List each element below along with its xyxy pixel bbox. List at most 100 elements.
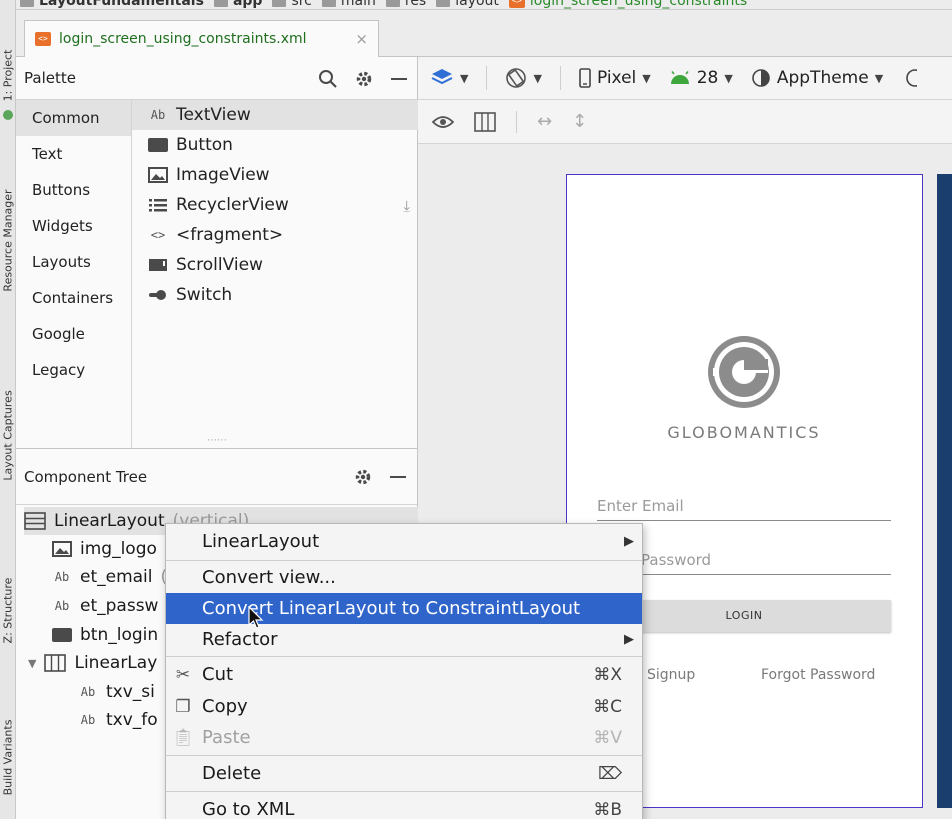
breadcrumb-main[interactable]: main <box>321 0 376 9</box>
palette-category-widgets[interactable]: Widgets <box>16 208 131 244</box>
palette-item-fragment[interactable]: <> <fragment> <box>132 220 418 250</box>
submenu-arrow-icon: ▶ <box>624 534 634 549</box>
menu-item-refactor[interactable]: Refactor ▶ <box>166 624 642 655</box>
tree-row-img-logo[interactable]: img_logo <box>52 535 157 563</box>
folder-icon <box>20 0 34 7</box>
palette-category-layouts[interactable]: Layouts <box>16 244 131 280</box>
palette-categories: Common Text Buttons Widgets Layouts Cont… <box>16 100 132 448</box>
palette-header: Palette <box>16 57 418 100</box>
menu-item-delete[interactable]: Delete ⌦ <box>166 758 642 789</box>
search-icon[interactable] <box>318 69 338 89</box>
tree-row-et-password[interactable]: Ab et_passw <box>52 592 159 620</box>
api-level-dropdown[interactable]: 28 ▼ <box>669 68 733 88</box>
menu-item-convert-to-constraintlayout[interactable]: Convert LinearLayout to ConstraintLayout <box>166 593 642 624</box>
resource-manager-tab[interactable]: Resource Manager <box>0 150 15 330</box>
globomantics-logo-icon <box>708 336 780 408</box>
view-options-toolbar: ↔ ↕ <box>418 100 952 144</box>
text-icon: Ab <box>80 713 96 727</box>
scissors-icon: ✂ <box>175 664 191 685</box>
panel-resize-handle[interactable]: ⋯⋯ <box>16 436 418 448</box>
button-icon <box>52 628 72 643</box>
component-tree-header: Component Tree <box>16 449 417 505</box>
tree-row-txv-forgot[interactable]: Ab txv_fo <box>78 706 158 734</box>
gear-icon[interactable] <box>353 467 373 487</box>
menu-item-cut[interactable]: ✂ Cut ⌘X <box>166 659 642 690</box>
folder-icon <box>385 0 400 7</box>
theme-icon <box>752 69 770 87</box>
mouse-cursor-icon <box>248 606 264 629</box>
design-toolbar: ▼ ▼ Pixel ▼ 28 ▼ AppTheme ▼ <box>418 57 952 100</box>
eye-icon[interactable] <box>432 114 454 130</box>
menu-item-linearlayout[interactable]: LinearLayout ▶ <box>166 526 642 557</box>
layout-captures-tab[interactable]: Layout Captures <box>0 360 15 510</box>
palette-category-containers[interactable]: Containers <box>16 280 131 316</box>
context-menu: LinearLayout ▶ Convert view... Convert L… <box>165 523 643 819</box>
breadcrumb-app[interactable]: app <box>213 0 262 9</box>
palette-item-imageview[interactable]: ImageView <box>132 160 418 190</box>
palette-item-switch[interactable]: Switch <box>132 280 418 310</box>
horizontal-arrow-icon[interactable]: ↔ <box>537 111 552 132</box>
close-icon[interactable]: × <box>355 30 368 48</box>
palette-category-legacy[interactable]: Legacy <box>16 352 131 388</box>
xml-file-icon: <> <box>35 32 51 46</box>
text-icon: Ab <box>150 108 166 122</box>
list-icon <box>149 199 167 212</box>
palette-category-text[interactable]: Text <box>16 136 131 172</box>
breadcrumb-src[interactable]: src <box>272 0 312 9</box>
design-surface-dropdown[interactable]: ▼ <box>430 67 468 89</box>
delete-key-icon: ⌦ <box>597 763 622 784</box>
folder-icon <box>436 0 451 7</box>
editor-tab-label: login_screen_using_constraints.xml <box>59 31 307 47</box>
menu-item-convert-view[interactable]: Convert view... <box>166 562 642 593</box>
breadcrumb-project[interactable]: LayoutFundamentals <box>20 0 204 9</box>
component-tree-title: Component Tree <box>24 467 148 486</box>
text-icon: Ab <box>80 685 96 699</box>
palette-item-recyclerview[interactable]: RecyclerView ⤓ <box>132 190 418 220</box>
theme-dropdown[interactable]: AppTheme ▼ <box>751 68 883 88</box>
blueprint-toggle-icon[interactable] <box>474 111 496 132</box>
tree-row-inner-linearlayout[interactable]: ▼ LinearLay <box>28 649 157 677</box>
expand-triangle-icon[interactable]: ▼ <box>28 657 36 670</box>
tree-row-btn-login[interactable]: btn_login <box>52 621 158 649</box>
forgot-password-link-preview[interactable]: Forgot Password <box>761 667 875 683</box>
structure-tab[interactable]: Z: Structure <box>0 550 15 670</box>
image-icon <box>148 167 168 183</box>
palette-item-button[interactable]: Button <box>132 130 418 160</box>
palette-category-buttons[interactable]: Buttons <box>16 172 131 208</box>
menu-item-copy[interactable]: ❐ Copy ⌘C <box>166 691 642 722</box>
locale-icon[interactable] <box>901 68 918 88</box>
tree-row-txv-signup[interactable]: Ab txv_si <box>78 678 155 706</box>
xml-file-icon: <> <box>508 0 525 8</box>
editor-tab-login-screen[interactable]: <> login_screen_using_constraints.xml × <box>24 20 379 57</box>
left-tool-strip: 1: Project Resource Manager Layout Captu… <box>0 0 16 819</box>
signup-link-preview[interactable]: Signup <box>647 667 695 683</box>
folder-icon <box>272 0 287 7</box>
menu-item-paste[interactable]: 📋︎ Paste ⌘V <box>166 722 642 753</box>
minimize-icon[interactable] <box>389 467 407 487</box>
breadcrumb-file[interactable]: <> login_screen_using_constraints <box>508 0 747 9</box>
layout-icon <box>24 512 46 530</box>
palette-category-google[interactable]: Google <box>16 316 131 352</box>
menu-item-go-to-xml[interactable]: Go to XML ⌘B <box>166 794 642 819</box>
palette-item-textview[interactable]: Ab TextView <box>132 100 418 130</box>
blueprint-preview <box>937 174 952 808</box>
breadcrumb-layout[interactable]: layout <box>436 0 499 9</box>
paste-icon: 📋︎ <box>172 727 194 748</box>
email-field-preview[interactable]: Enter Email <box>597 495 891 521</box>
device-dropdown[interactable]: Pixel ▼ <box>579 68 651 88</box>
palette-title: Palette <box>24 69 76 87</box>
build-variants-tab[interactable]: Build Variants <box>0 700 15 815</box>
tree-row-et-email[interactable]: Ab et_email( <box>52 563 167 591</box>
breadcrumb-res[interactable]: res <box>385 0 426 9</box>
code-icon: <> <box>150 228 166 242</box>
android-icon <box>670 71 689 84</box>
orientation-dropdown[interactable]: ▼ <box>505 67 542 89</box>
image-icon <box>52 541 72 557</box>
vertical-arrow-icon[interactable]: ↕ <box>572 111 587 132</box>
palette-items: Ab TextView Button ImageView RecyclerView… <box>132 100 418 448</box>
palette-category-common[interactable]: Common <box>16 100 131 136</box>
minimize-icon[interactable] <box>390 69 408 89</box>
gear-icon[interactable] <box>354 69 374 89</box>
palette-item-scrollview[interactable]: ScrollView <box>132 250 418 280</box>
download-icon[interactable]: ⤓ <box>403 197 410 215</box>
